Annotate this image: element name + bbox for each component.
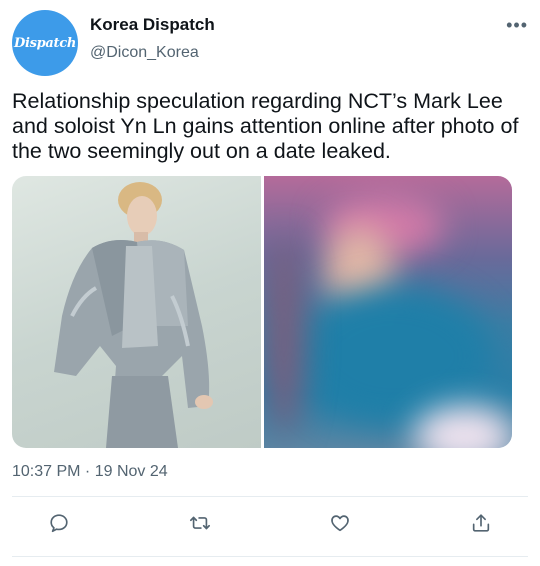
retweet-button[interactable] [187, 510, 213, 536]
blur-shape [293, 286, 494, 426]
tweet-media [12, 176, 512, 448]
like-icon [331, 515, 350, 532]
account-handle[interactable]: @Dicon_Korea [90, 44, 199, 62]
person-photo-illustration [54, 182, 213, 448]
account-name[interactable]: Korea Dispatch [90, 15, 215, 35]
avatar[interactable]: Dispatch [12, 10, 78, 76]
divider [12, 496, 528, 497]
blur-shape [263, 236, 304, 436]
reply-button[interactable] [46, 510, 72, 536]
share-icon [472, 514, 490, 532]
more-options-icon[interactable]: ••• [506, 15, 528, 36]
avatar-logo-text: Dispatch [13, 35, 77, 51]
tweet-text: Relationship speculation regarding NCT’s… [12, 89, 519, 163]
share-button[interactable] [468, 510, 494, 536]
media-photo-right[interactable] [263, 176, 512, 448]
media-photo-left[interactable] [12, 176, 261, 448]
tweet-actions [12, 510, 528, 546]
reply-icon [50, 514, 68, 533]
retweet-icon [189, 516, 210, 530]
tweet-timestamp[interactable]: 10:37 PM · 19 Nov 24 [12, 463, 168, 481]
divider [12, 556, 528, 557]
like-button[interactable] [327, 510, 353, 536]
